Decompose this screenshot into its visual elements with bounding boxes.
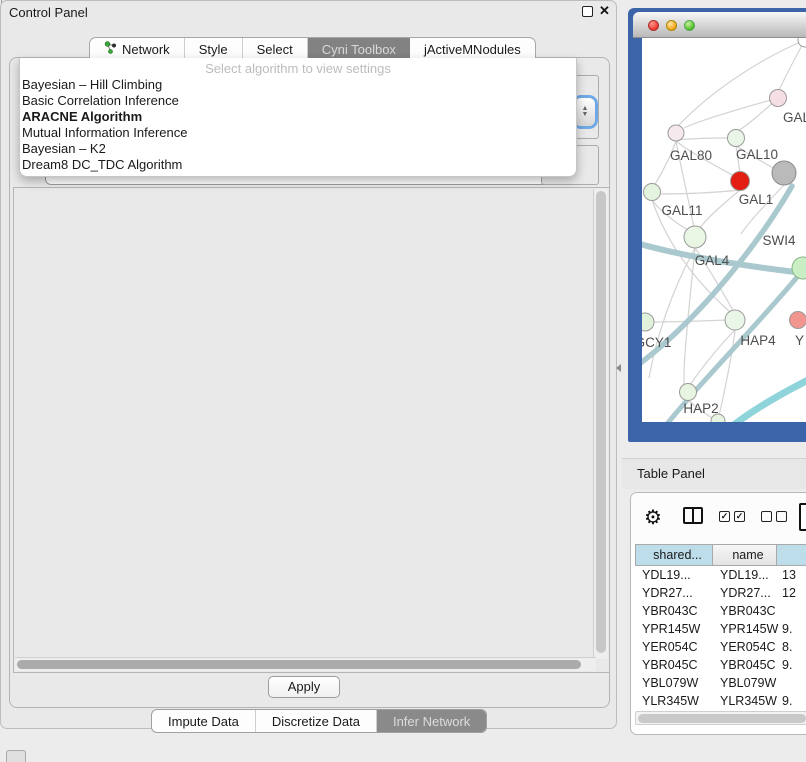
dropdown-item-dream8[interactable]: Dream8 DC_TDC Algorithm: [20, 157, 576, 173]
table-row[interactable]: YPR145WYPR145W9.: [635, 620, 806, 638]
table-row[interactable]: YBR045CYBR045C9.: [635, 656, 806, 674]
node-hap2[interactable]: [680, 384, 697, 401]
mac-zoom-button[interactable]: [684, 20, 695, 31]
dropdown-item-bayesian-hill-climbing[interactable]: Bayesian – Hill Climbing: [20, 77, 576, 93]
screenshot-stage: Control Panel ✕ Network Style S: [0, 0, 806, 762]
node-label: Y: [795, 333, 804, 348]
document-icon[interactable]: [799, 503, 806, 531]
close-icon[interactable]: ✕: [599, 5, 610, 16]
tab-jactivemnodules[interactable]: jActiveMNodules: [410, 38, 535, 60]
table-row[interactable]: YDL19...YDL19...13: [635, 566, 806, 584]
node-swi4[interactable]: [792, 257, 806, 279]
tab-infer-network[interactable]: Infer Network: [377, 710, 486, 732]
network-canvas[interactable]: GAL GAL80 GAL10 GAL1 GAL11 SWI4 GAL4 GCY…: [642, 38, 806, 422]
node-gal1-red[interactable]: [731, 172, 750, 191]
control-panel-window: Control Panel ✕ Network Style S: [0, 0, 617, 729]
node-salmon[interactable]: [790, 312, 806, 329]
dropdown-item-bayesian-k2[interactable]: Bayesian – K2: [20, 141, 576, 157]
node-label: GAL11: [661, 203, 702, 218]
tab-style[interactable]: Style: [185, 38, 243, 60]
table-row[interactable]: YBR043CYBR043C: [635, 602, 806, 620]
table-row[interactable]: YBL079WYBL079W: [635, 674, 806, 692]
table-header-row: shared... name: [635, 544, 806, 566]
dropdown-item-aracne[interactable]: ARACNE Algorithm: [20, 109, 576, 125]
tab-discretize-data[interactable]: Discretize Data: [256, 710, 377, 732]
checkbox-checked-icon[interactable]: ✓: [719, 511, 730, 522]
node-gal-partial[interactable]: [770, 90, 787, 107]
control-panel-title: Control Panel: [9, 5, 88, 20]
table-panel-title: Table Panel: [637, 466, 705, 481]
combo-stepper-focused[interactable]: ▲▼: [575, 98, 595, 126]
horizontal-scrollbar[interactable]: [15, 657, 596, 671]
dropdown-item-mutual-information[interactable]: Mutual Information Inference: [20, 125, 576, 141]
node-gal80[interactable]: [668, 125, 684, 141]
node-label: GAL4: [695, 253, 730, 268]
checkbox-unchecked-icon[interactable]: [776, 511, 787, 522]
node-gal11[interactable]: [644, 184, 661, 201]
tab-impute-data[interactable]: Impute Data: [152, 710, 256, 732]
settings-scrollpane: [13, 187, 610, 673]
checkbox-unchecked-icon[interactable]: [761, 511, 772, 522]
bottom-tabbar: Impute Data Discretize Data Infer Networ…: [151, 709, 487, 733]
table-toolbar: ⚙ ✓ ✓: [631, 493, 806, 544]
node-label: GAL80: [670, 148, 712, 163]
column-view-icon[interactable]: [683, 507, 703, 524]
network-tree-icon: [104, 41, 117, 57]
table-panel-card: ⚙ ✓ ✓ shared... name YDL19...YDL19...13 …: [630, 492, 806, 735]
gear-icon[interactable]: ⚙: [644, 505, 662, 530]
node-gal4[interactable]: [684, 226, 706, 248]
float-window-icon[interactable]: [582, 6, 593, 17]
node-gcy1[interactable]: [642, 313, 654, 331]
node-label: GCY1: [642, 335, 671, 350]
column-header-name[interactable]: name: [713, 544, 777, 566]
node-label: GAL1: [739, 192, 774, 207]
table-horizontal-scrollbar[interactable]: [635, 711, 806, 725]
bottom-left-partial-icon[interactable]: [6, 750, 26, 762]
column-header-partial[interactable]: [777, 544, 806, 566]
network-graph: GAL GAL80 GAL10 GAL1 GAL11 SWI4 GAL4 GCY…: [642, 38, 806, 422]
tab-network[interactable]: Network: [90, 38, 185, 60]
panel-divider-arrow-icon[interactable]: [612, 364, 621, 372]
node-label: GAL: [783, 110, 806, 125]
vertical-scrollbar[interactable]: [593, 189, 608, 659]
table-row[interactable]: YER054CYER054C8.: [635, 638, 806, 656]
node-label: HAP2: [683, 401, 718, 416]
dropdown-item-basic-correlation[interactable]: Basic Correlation Inference: [20, 93, 576, 109]
tab-cyni-toolbox[interactable]: Cyni Toolbox: [308, 38, 410, 60]
checkbox-checked-icon[interactable]: ✓: [734, 511, 745, 522]
apply-button[interactable]: Apply: [268, 676, 340, 698]
column-header-shared-name[interactable]: shared...: [635, 544, 713, 566]
mac-minimize-button[interactable]: [666, 20, 677, 31]
node-label: GAL10: [736, 147, 778, 162]
table-body: YDL19...YDL19...13 YDR27...YDR27...12 YB…: [635, 566, 806, 728]
table-row[interactable]: YLR345WYLR345W9.: [635, 692, 806, 710]
table-row[interactable]: YDR27...YDR27...12: [635, 584, 806, 602]
algorithm-dropdown-list: Select algorithm to view settings Bayesi…: [19, 58, 577, 177]
network-window-titlebar[interactable]: [633, 12, 806, 38]
control-panel-titlebar[interactable]: Control Panel ✕: [1, 1, 616, 23]
dropdown-prompt: Select algorithm to view settings: [20, 60, 576, 77]
node-gal10[interactable]: [728, 130, 745, 147]
node-label: HAP4: [740, 333, 776, 348]
node-partial-top[interactable]: [798, 38, 806, 47]
node-label: SWI4: [762, 233, 795, 248]
network-view-window: GAL GAL80 GAL10 GAL1 GAL11 SWI4 GAL4 GCY…: [628, 8, 806, 442]
mac-close-button[interactable]: [648, 20, 659, 31]
table-panel-header: Table Panel: [622, 458, 806, 489]
node-hap4[interactable]: [725, 310, 745, 330]
tab-select[interactable]: Select: [243, 38, 308, 60]
node-gray[interactable]: [772, 161, 796, 185]
